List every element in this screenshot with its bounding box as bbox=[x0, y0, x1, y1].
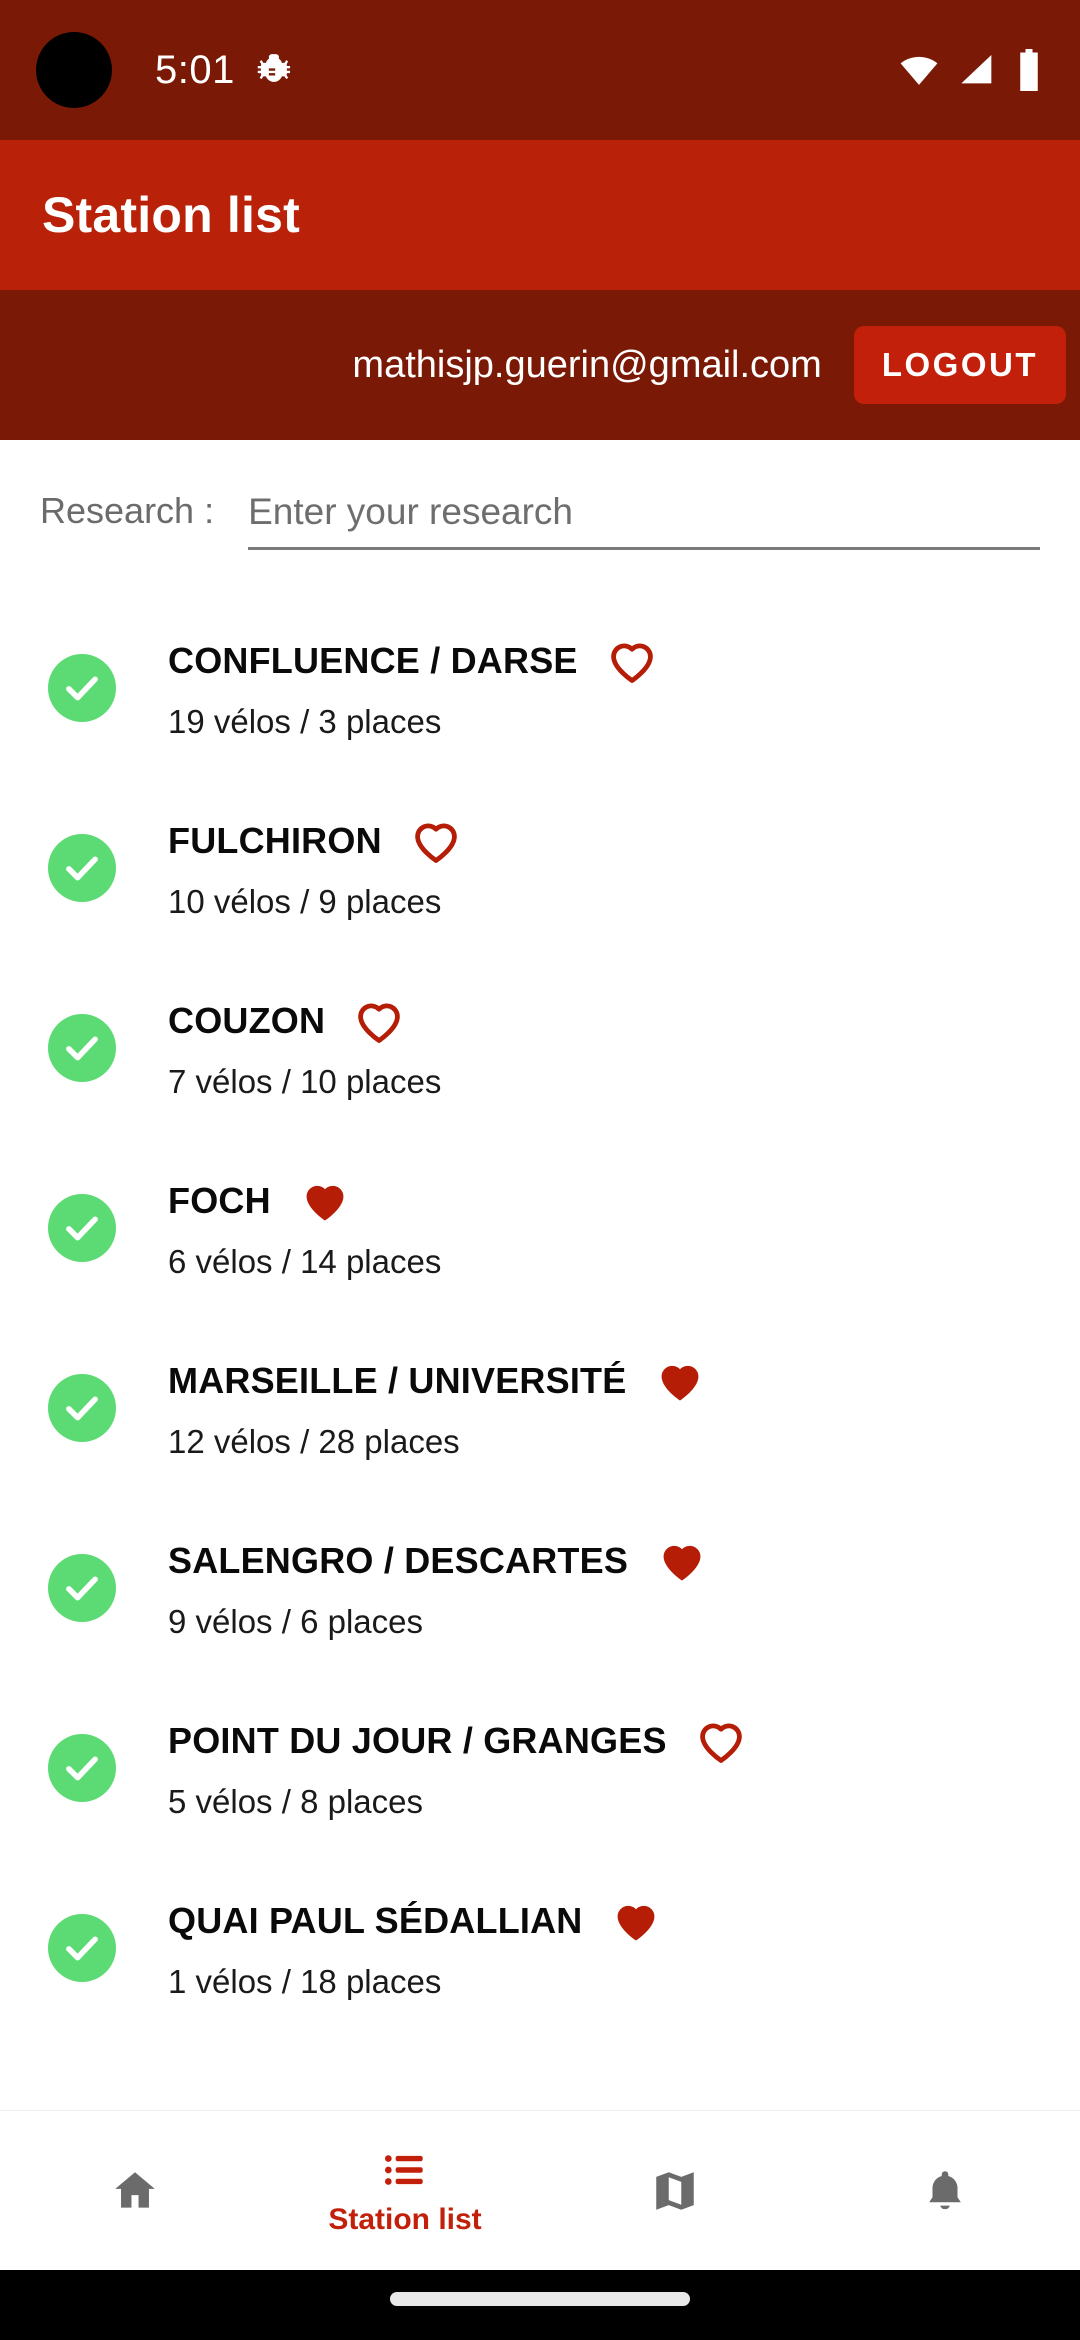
station-status-available-badge bbox=[48, 834, 116, 902]
station-title-row: QUAI PAUL SÉDALLIAN bbox=[168, 1895, 662, 1947]
check-icon bbox=[66, 1396, 98, 1421]
station-title-row: SALENGRO / DESCARTES bbox=[168, 1535, 708, 1587]
station-availability: 9 vélos / 6 places bbox=[168, 1603, 423, 1640]
favorite-heart-filled-icon[interactable] bbox=[610, 1895, 662, 1947]
station-title-row: FOCH bbox=[168, 1175, 441, 1227]
station-status-available-badge bbox=[48, 1374, 116, 1442]
favorite-heart-filled-icon[interactable] bbox=[654, 1355, 706, 1407]
favorite-heart-filled-icon[interactable] bbox=[299, 1175, 351, 1227]
nav-item-map[interactable] bbox=[540, 2111, 810, 2270]
station-name: MARSEILLE / UNIVERSITÉ bbox=[168, 1360, 627, 1401]
station-availability: 5 vélos / 8 places bbox=[168, 1783, 423, 1820]
main-content: Research : CONFLUENCE / DARSE 19 vélos /… bbox=[0, 440, 1080, 2110]
station-title-row: POINT DU JOUR / GRANGES bbox=[168, 1715, 747, 1767]
account-email-label: mathisjp.guerin@gmail.com bbox=[352, 343, 822, 386]
station-name: CONFLUENCE / DARSE bbox=[168, 640, 578, 681]
check-icon bbox=[66, 676, 98, 701]
station-list-item[interactable]: FOCH 6 vélos / 14 places bbox=[0, 1138, 1080, 1318]
station-title-row: MARSEILLE / UNIVERSITÉ bbox=[168, 1355, 706, 1407]
station-name: FULCHIRON bbox=[168, 820, 382, 861]
check-icon bbox=[66, 1756, 98, 1781]
nav-item-list[interactable]: Station list bbox=[270, 2111, 540, 2270]
station-list-item[interactable]: CONFLUENCE / DARSE 19 vélos / 3 places bbox=[0, 598, 1080, 778]
page-title: Station list bbox=[42, 187, 300, 243]
camera-punch-hole bbox=[36, 32, 112, 108]
station-availability: 19 vélos / 3 places bbox=[168, 703, 442, 740]
wifi-icon bbox=[900, 56, 938, 85]
station-info: FULCHIRON 10 vélos / 9 places bbox=[168, 815, 462, 921]
check-icon bbox=[66, 1216, 98, 1241]
cellular-signal-icon bbox=[961, 55, 992, 84]
battery-icon bbox=[1020, 49, 1038, 91]
station-name: QUAI PAUL SÉDALLIAN bbox=[168, 1900, 583, 1941]
favorite-heart-outline-icon[interactable] bbox=[410, 815, 462, 867]
favorite-heart-outline-icon[interactable] bbox=[606, 635, 658, 687]
station-title-row: COUZON bbox=[168, 995, 441, 1047]
station-name: FOCH bbox=[168, 1180, 271, 1221]
search-row: Research : bbox=[0, 440, 1080, 550]
status-bar: 5:01 bbox=[0, 0, 1080, 140]
station-name: COUZON bbox=[168, 1000, 326, 1041]
station-name: SALENGRO / DESCARTES bbox=[168, 1540, 629, 1581]
station-availability: 12 vélos / 28 places bbox=[168, 1423, 460, 1460]
station-list-item[interactable]: POINT DU JOUR / GRANGES 5 vélos / 8 plac… bbox=[0, 1678, 1080, 1858]
station-name: POINT DU JOUR / GRANGES bbox=[168, 1720, 667, 1761]
nav-item-home[interactable] bbox=[0, 2111, 270, 2270]
station-list-item[interactable]: COUZON 7 vélos / 10 places bbox=[0, 958, 1080, 1138]
logout-button[interactable]: LOGOUT bbox=[853, 326, 1066, 404]
bottom-navigation-bar: Station list bbox=[0, 2110, 1080, 2270]
bell-icon[interactable] bbox=[920, 2166, 970, 2216]
map-icon[interactable] bbox=[650, 2166, 700, 2216]
station-availability: 10 vélos / 9 places bbox=[168, 883, 442, 920]
list-icon[interactable] bbox=[380, 2145, 430, 2195]
status-bar-right bbox=[898, 0, 1042, 140]
station-info: SALENGRO / DESCARTES 9 vélos / 6 places bbox=[168, 1535, 708, 1641]
station-title-row: FULCHIRON bbox=[168, 815, 462, 867]
search-label: Research : bbox=[40, 490, 215, 531]
station-list-item[interactable]: SALENGRO / DESCARTES 9 vélos / 6 places bbox=[0, 1498, 1080, 1678]
station-availability: 1 vélos / 18 places bbox=[168, 1963, 442, 2000]
station-info: MARSEILLE / UNIVERSITÉ 12 vélos / 28 pla… bbox=[168, 1355, 706, 1461]
check-icon bbox=[66, 1576, 98, 1601]
station-status-available-badge bbox=[48, 654, 116, 722]
account-bar: mathisjp.guerin@gmail.com LOGOUT bbox=[0, 290, 1080, 440]
favorite-heart-outline-icon[interactable] bbox=[695, 1715, 747, 1767]
station-info: CONFLUENCE / DARSE 19 vélos / 3 places bbox=[168, 635, 658, 741]
check-icon bbox=[66, 856, 98, 881]
station-list: CONFLUENCE / DARSE 19 vélos / 3 places F… bbox=[0, 598, 1080, 2038]
station-status-available-badge bbox=[48, 1554, 116, 1622]
station-list-item[interactable]: FULCHIRON 10 vélos / 9 places bbox=[0, 778, 1080, 958]
status-bar-left: 5:01 bbox=[155, 0, 291, 140]
station-status-available-badge bbox=[48, 1914, 116, 1982]
station-availability: 6 vélos / 14 places bbox=[168, 1243, 442, 1280]
favorite-heart-filled-icon[interactable] bbox=[656, 1535, 708, 1587]
nav-item-label: Station list bbox=[328, 2202, 482, 2236]
home-icon[interactable] bbox=[110, 2166, 160, 2216]
bug-icon bbox=[257, 54, 290, 82]
search-input[interactable] bbox=[248, 491, 1040, 533]
station-list-item[interactable]: QUAI PAUL SÉDALLIAN 1 vélos / 18 places bbox=[0, 1858, 1080, 2038]
station-info: FOCH 6 vélos / 14 places bbox=[168, 1175, 441, 1281]
station-info: POINT DU JOUR / GRANGES 5 vélos / 8 plac… bbox=[168, 1715, 747, 1821]
check-icon bbox=[66, 1936, 98, 1961]
app-bar: Station list bbox=[0, 140, 1080, 290]
search-field-wrapper bbox=[248, 491, 1040, 550]
station-status-available-badge bbox=[48, 1194, 116, 1262]
favorite-heart-outline-icon[interactable] bbox=[353, 995, 405, 1047]
station-status-available-badge bbox=[48, 1734, 116, 1802]
station-list-item[interactable]: MARSEILLE / UNIVERSITÉ 12 vélos / 28 pla… bbox=[0, 1318, 1080, 1498]
station-title-row: CONFLUENCE / DARSE bbox=[168, 635, 658, 687]
station-availability: 7 vélos / 10 places bbox=[168, 1063, 442, 1100]
station-info: COUZON 7 vélos / 10 places bbox=[168, 995, 441, 1101]
status-bar-clock: 5:01 bbox=[155, 47, 235, 92]
station-status-available-badge bbox=[48, 1014, 116, 1082]
station-info: QUAI PAUL SÉDALLIAN 1 vélos / 18 places bbox=[168, 1895, 662, 2001]
nav-item-bell[interactable] bbox=[810, 2111, 1080, 2270]
system-gesture-area bbox=[0, 2270, 1080, 2340]
gesture-home-pill[interactable] bbox=[390, 2292, 690, 2306]
check-icon bbox=[66, 1036, 98, 1061]
